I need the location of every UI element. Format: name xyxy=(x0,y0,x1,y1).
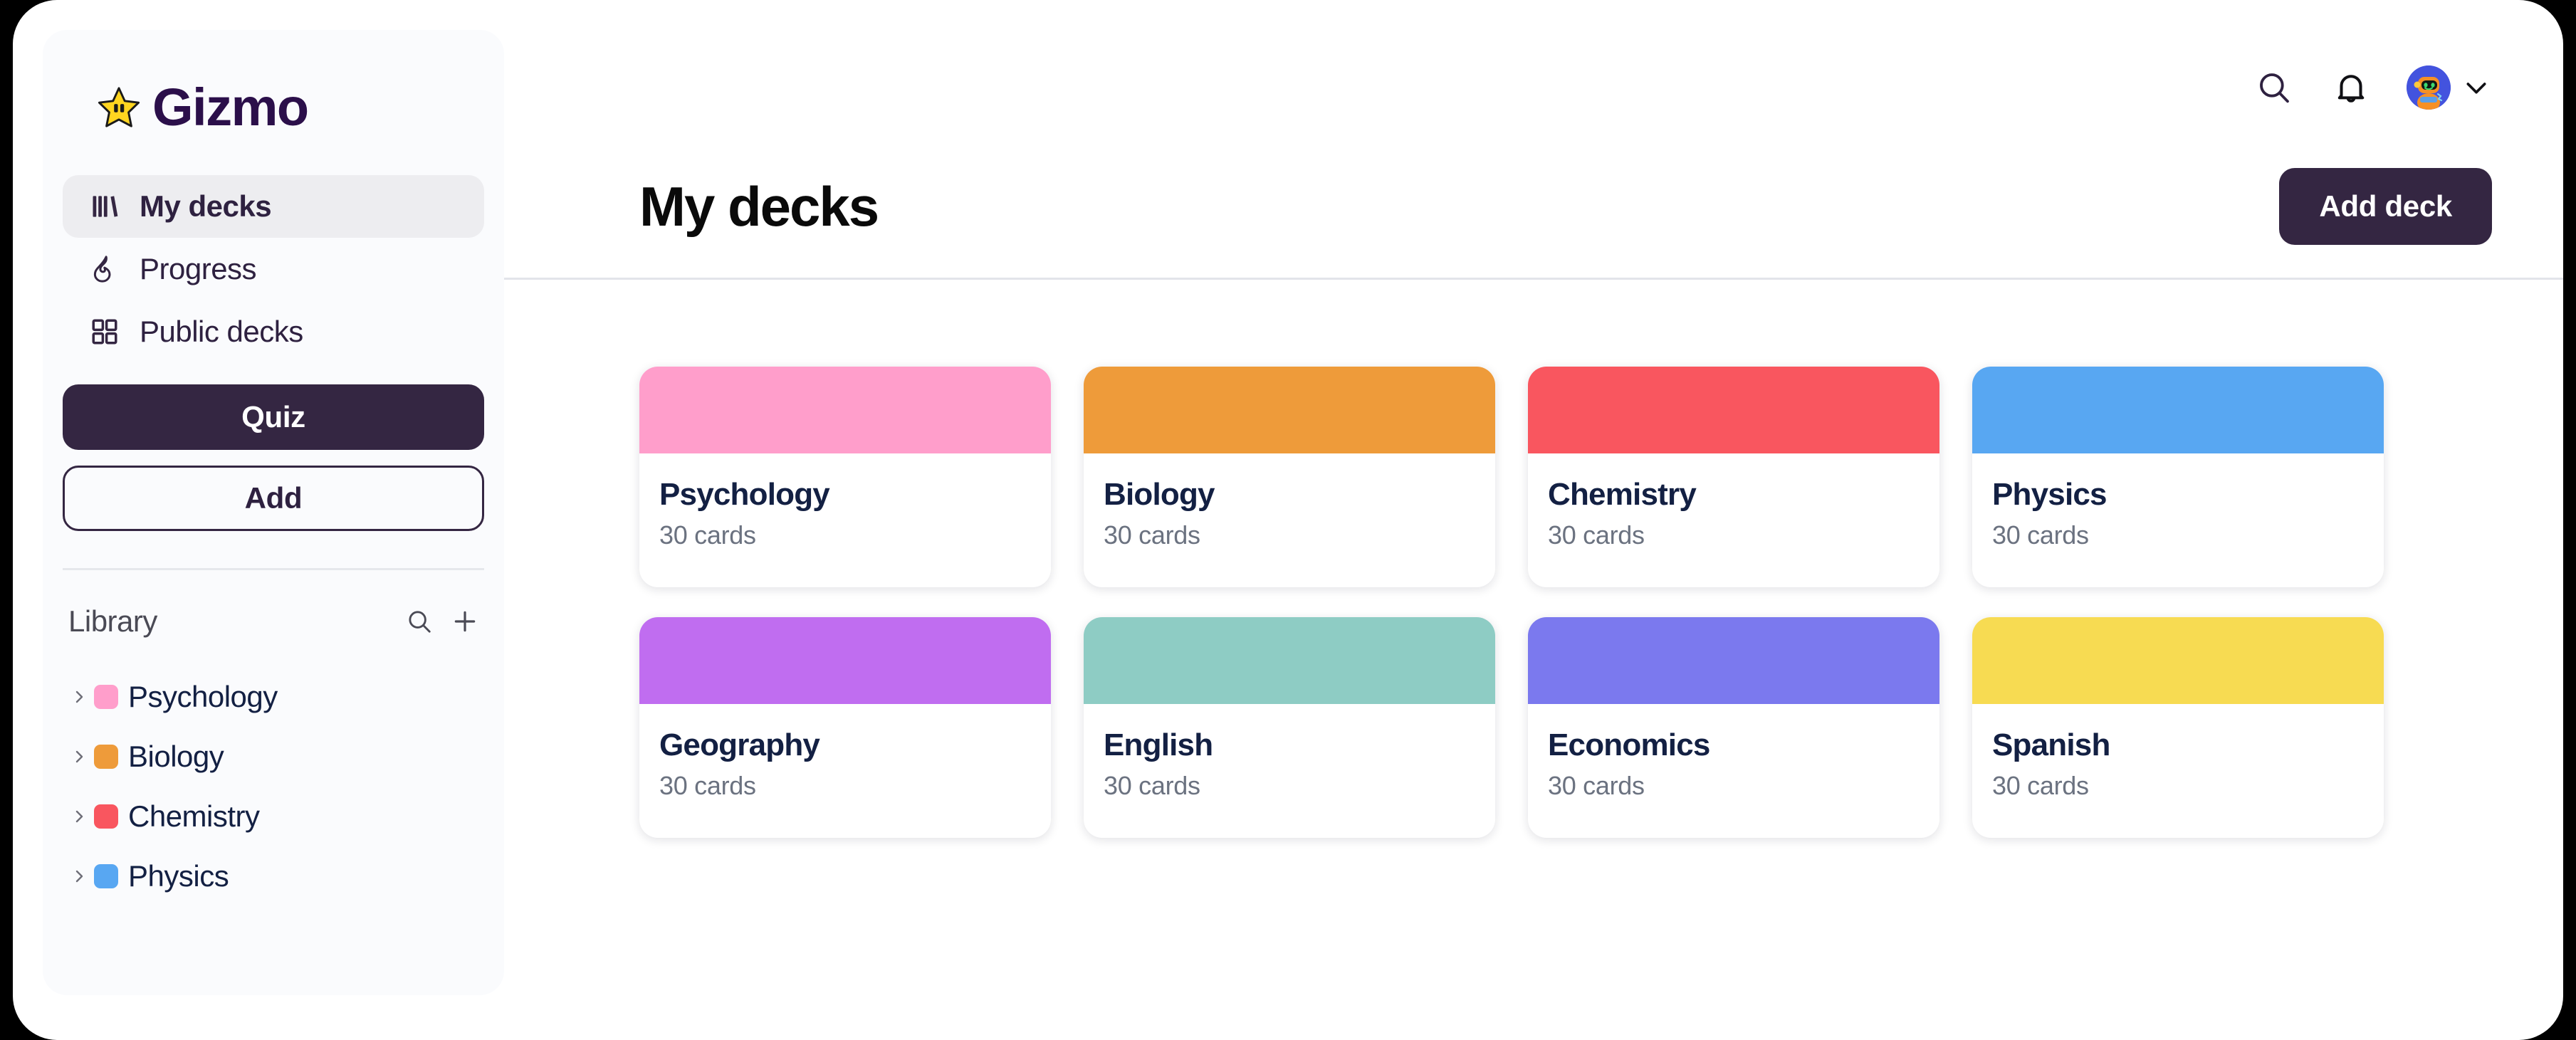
add-deck-button[interactable]: Add deck xyxy=(2279,168,2492,245)
deck-card-count: 30 cards xyxy=(1992,520,2364,550)
deck-card-count: 30 cards xyxy=(659,771,1031,801)
deck-color-band xyxy=(1084,367,1495,453)
deck-body: Physics 30 cards xyxy=(1972,453,2384,550)
deck-card[interactable]: Chemistry 30 cards xyxy=(1528,367,1939,587)
deck-color-band xyxy=(639,617,1051,704)
deck-card-count: 30 cards xyxy=(1992,771,2364,801)
library-title: Library xyxy=(68,604,404,639)
color-swatch xyxy=(94,864,118,888)
library-item-label: Chemistry xyxy=(128,799,260,834)
sidebar-item-public-decks[interactable]: Public decks xyxy=(63,300,484,363)
sidebar-item-label: Progress xyxy=(140,252,256,286)
library-actions xyxy=(404,606,480,636)
deck-card[interactable]: Biology 30 cards xyxy=(1084,367,1495,587)
sidebar-actions: Quiz Add xyxy=(43,384,504,531)
library-item-label: Psychology xyxy=(128,680,278,714)
color-swatch xyxy=(94,685,118,709)
deck-name: Economics xyxy=(1548,728,1920,762)
library-header: Library xyxy=(68,604,480,639)
color-swatch xyxy=(94,745,118,769)
deck-body: Geography 30 cards xyxy=(639,704,1051,801)
deck-body: Psychology 30 cards xyxy=(639,453,1051,550)
flame-icon xyxy=(88,253,121,285)
deck-color-band xyxy=(1084,617,1495,704)
deck-body: Biology 30 cards xyxy=(1084,453,1495,550)
sidebar: Gizmo My decks xyxy=(43,30,504,995)
page-title: My decks xyxy=(639,174,2279,239)
deck-body: Spanish 30 cards xyxy=(1972,704,2384,801)
deck-card-count: 30 cards xyxy=(1104,520,1475,550)
deck-card[interactable]: English 30 cards xyxy=(1084,617,1495,838)
books-shelf-icon xyxy=(88,190,121,223)
deck-card-count: 30 cards xyxy=(1548,771,1920,801)
library-item-physics[interactable]: Physics xyxy=(64,846,483,906)
sidebar-item-label: My decks xyxy=(140,189,271,224)
deck-color-band xyxy=(1528,367,1939,453)
main-content: My decks Add deck Psychology 30 cards Bi… xyxy=(504,0,2563,1040)
library-tree: Psychology Biology Chemistry xyxy=(43,667,504,906)
chevron-right-icon[interactable] xyxy=(68,746,90,767)
sidebar-item-my-decks[interactable]: My decks xyxy=(63,175,484,238)
deck-color-band xyxy=(1972,617,2384,704)
brand-logo[interactable]: Gizmo xyxy=(97,81,504,134)
add-button[interactable]: Add xyxy=(63,466,484,531)
quiz-button[interactable]: Quiz xyxy=(63,384,484,450)
chevron-right-icon[interactable] xyxy=(68,686,90,708)
deck-name: Geography xyxy=(659,728,1031,762)
deck-name: English xyxy=(1104,728,1475,762)
brand-name: Gizmo xyxy=(152,81,308,134)
grid-icon xyxy=(88,315,121,348)
deck-name: Psychology xyxy=(659,478,1031,512)
sidebar-item-progress[interactable]: Progress xyxy=(63,238,484,300)
deck-name: Spanish xyxy=(1992,728,2364,762)
deck-body: Economics 30 cards xyxy=(1528,704,1939,801)
star-icon xyxy=(97,85,141,130)
deck-card[interactable]: Economics 30 cards xyxy=(1528,617,1939,838)
color-swatch xyxy=(94,804,118,829)
deck-name: Chemistry xyxy=(1548,478,1920,512)
deck-name: Physics xyxy=(1992,478,2364,512)
chevron-right-icon[interactable] xyxy=(68,806,90,827)
deck-color-band xyxy=(1528,617,1939,704)
plus-icon[interactable] xyxy=(450,606,480,636)
deck-name: Biology xyxy=(1104,478,1475,512)
chevron-right-icon[interactable] xyxy=(68,866,90,887)
deck-card[interactable]: Psychology 30 cards xyxy=(639,367,1051,587)
deck-body: Chemistry 30 cards xyxy=(1528,453,1939,550)
deck-card-count: 30 cards xyxy=(1104,771,1475,801)
deck-card[interactable]: Physics 30 cards xyxy=(1972,367,2384,587)
deck-color-band xyxy=(1972,367,2384,453)
deck-card[interactable]: Spanish 30 cards xyxy=(1972,617,2384,838)
search-icon[interactable] xyxy=(404,606,434,636)
sidebar-nav: My decks Progress xyxy=(43,175,504,363)
library-item-biology[interactable]: Biology xyxy=(64,727,483,787)
library-item-chemistry[interactable]: Chemistry xyxy=(64,787,483,846)
library-item-psychology[interactable]: Psychology xyxy=(64,667,483,727)
deck-card-count: 30 cards xyxy=(659,520,1031,550)
deck-card-count: 30 cards xyxy=(1548,520,1920,550)
library-item-label: Physics xyxy=(128,859,229,893)
sidebar-item-label: Public decks xyxy=(140,315,303,349)
app-window: Gizmo My decks xyxy=(13,0,2563,1040)
deck-body: English 30 cards xyxy=(1084,704,1495,801)
deck-card[interactable]: Geography 30 cards xyxy=(639,617,1051,838)
library-item-label: Biology xyxy=(128,740,224,774)
deck-grid: Psychology 30 cards Biology 30 cards Che… xyxy=(504,280,2563,838)
sidebar-divider xyxy=(63,568,484,570)
deck-color-band xyxy=(639,367,1051,453)
page-header: My decks Add deck xyxy=(504,135,2563,278)
